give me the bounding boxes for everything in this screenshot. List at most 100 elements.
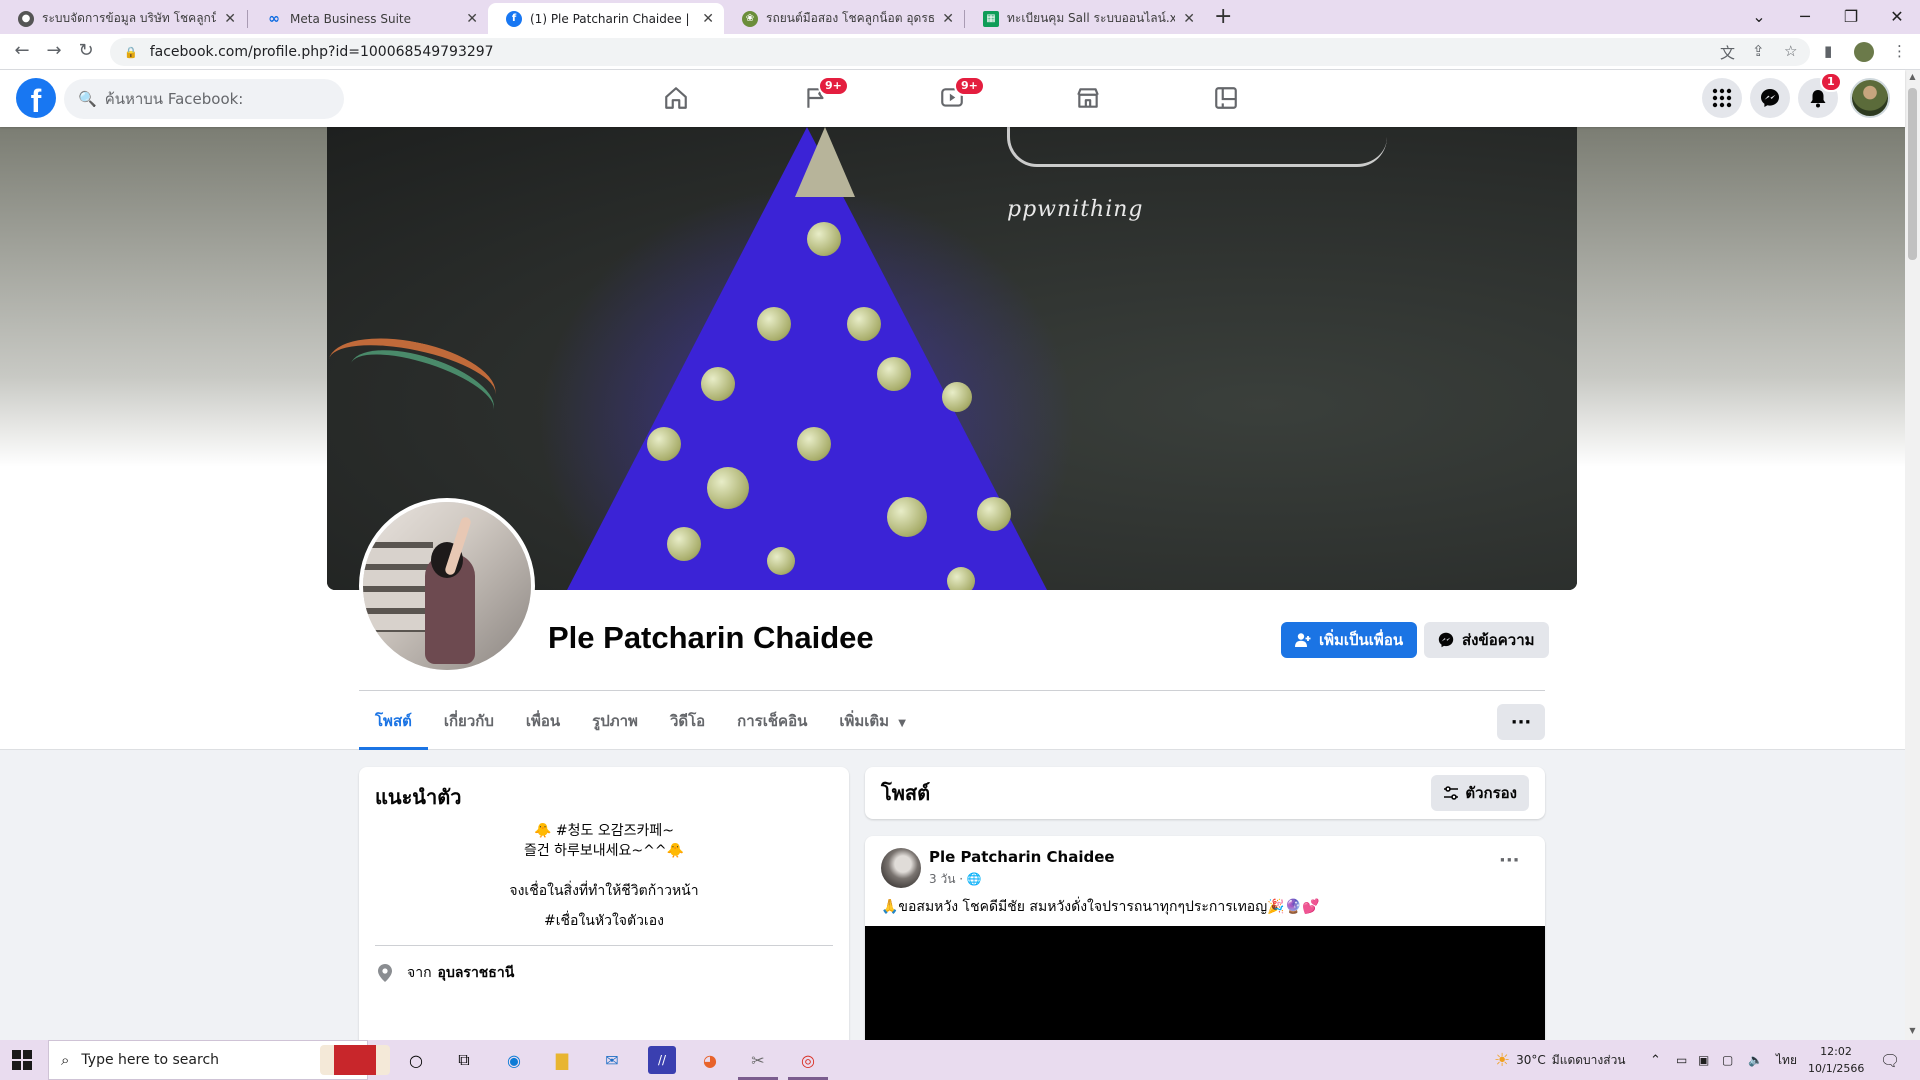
facebook-logo-icon[interactable]: f [16,78,56,119]
forward-icon[interactable]: → [42,40,66,61]
ornament [807,222,841,256]
close-tab-icon[interactable]: ✕ [224,11,236,27]
meta-icon: ∞ [268,10,280,27]
post-author-avatar[interactable] [881,848,921,888]
profile-picture[interactable] [359,498,535,674]
network-icon[interactable]: ▭ [1676,1040,1687,1080]
thai-site-icon: ● [18,10,34,27]
volume-icon[interactable]: 🔈 [1748,1040,1763,1080]
address-bar: ← → ↻ 🔒 facebook.com/profile.php?id=1000… [0,34,1920,70]
scroll-up-icon[interactable]: ▲ [1905,72,1920,81]
posts-header-card: โพสต์ ตัวกรอง [865,767,1545,819]
minimize-icon[interactable]: ─ [1782,2,1828,32]
translate-icon[interactable]: 文 [1720,42,1735,63]
close-tab-icon[interactable]: ✕ [702,11,714,27]
facebook-search-input[interactable]: 🔍 ค้นหาบน Facebook: [64,79,344,119]
snipping-tool-icon[interactable]: ✂ [744,1046,772,1074]
close-tab-icon[interactable]: ✕ [1183,11,1195,27]
intro-bio: 🐥 #청도 오감즈카페~ 즐건 하루보내세요~^^🐥 จงเชื่อในสิ่ง… [509,823,699,929]
intro-divider [375,945,833,946]
profile-picture-shelf [363,542,433,632]
notifications-badge: 1 [1820,72,1842,92]
notification-center-icon[interactable]: 🗨 [1880,1040,1900,1080]
tab-photos[interactable]: รูปภาพ [576,700,654,750]
post-timestamp[interactable]: 3 วัน · 🌐 [929,870,982,889]
browser-tab-bar: ● ระบบจัดการข้อมูล บริษัท โชคลูกน็อต ✕ ∞… [0,0,1920,34]
share-icon[interactable]: ⇪ [1752,42,1765,60]
page-scrollbar[interactable]: ▲ ▼ [1905,70,1920,1040]
close-tab-icon[interactable]: ✕ [942,11,954,27]
input-language[interactable]: ไทย [1776,1040,1797,1080]
firefox-icon[interactable]: ◕ [696,1046,724,1074]
url-field[interactable]: 🔒 facebook.com/profile.php?id=1000685497… [110,38,1810,66]
marketplace-icon[interactable] [1068,80,1108,116]
tab-checkins[interactable]: การเช็คอิน [721,700,823,750]
task-view-icon[interactable]: ⧉ [450,1046,478,1074]
meet-now-icon[interactable]: ▣ [1698,1040,1709,1080]
pages-flag-icon[interactable]: 9+ [796,76,849,116]
add-friend-button[interactable]: เพิ่มเป็นเพื่อน [1281,622,1418,658]
edge-browser-icon[interactable]: ◉ [500,1046,528,1074]
ornament [757,307,791,341]
close-window-icon[interactable]: ✕ [1874,2,1920,32]
profile-more-options-button[interactable]: ··· [1497,704,1545,740]
notifications-bell-icon[interactable]: 1 [1798,72,1842,118]
hometown-link[interactable]: อุบลราชธานี [438,962,515,984]
app-icon[interactable]: // [648,1046,676,1074]
facebook-header: f 🔍 ค้นหาบน Facebook: 9+ 9+ 1 [0,70,1905,127]
browser-tab-3-active[interactable]: f (1) Ple Patcharin Chaidee | Faceb ✕ [488,3,724,34]
post-author-name[interactable]: Ple Patcharin Chaidee [929,848,1115,866]
restore-icon[interactable]: ❐ [1828,2,1874,32]
tree-topper [795,127,855,197]
bookmark-star-icon[interactable]: ☆ [1784,42,1797,60]
gaming-icon[interactable] [1206,80,1246,116]
tab-friends[interactable]: เพื่อน [510,700,576,750]
ornament [877,357,911,391]
tab-videos[interactable]: วิดีโอ [654,700,721,750]
browser-tab-5[interactable]: ▦ ทะเบียนคุม Sall ระบบออนไลน์.xlsx - G ✕ [965,3,1205,34]
tab-search-icon[interactable]: ⌄ [1736,2,1782,32]
browser-menu-icon[interactable]: ⋮ [1892,42,1907,60]
browser-tab-1[interactable]: ● ระบบจัดการข้อมูล บริษัท โชคลูกน็อต ✕ [0,3,246,34]
pages-badge: 9+ [818,76,849,96]
lock-icon: 🔒 [124,45,138,59]
home-icon[interactable] [656,80,696,116]
browser-profile-avatar[interactable] [1854,42,1874,62]
windows-taskbar: ⌕ Type here to search ○ ⧉ ◉ ▇ ✉ // ◕ ✂ ◎… [0,1040,1920,1080]
send-message-button[interactable]: ส่งข้อความ [1424,622,1549,658]
cover-scribble [1007,127,1387,167]
watch-video-icon[interactable]: 9+ [932,76,985,116]
ornament [847,307,881,341]
scrollbar-thumb[interactable] [1908,88,1917,260]
display-icon[interactable]: ▢ [1722,1040,1733,1080]
reload-icon[interactable]: ↻ [74,40,98,61]
filter-button[interactable]: ตัวกรอง [1431,775,1529,811]
tab-more[interactable]: เพิ่มเติม ▼ [823,700,922,750]
taskbar-clock[interactable]: 12:02 10/1/2566 [1808,1043,1864,1077]
intro-card: แนะนำตัว 🐥 #청도 오감즈카페~ 즐건 하루보내세요~^^🐥 จงเช… [359,767,849,1067]
show-hidden-icons[interactable]: ⌃ [1650,1040,1661,1080]
account-avatar[interactable] [1850,78,1890,118]
profile-tabs: โพสต์ เกี่ยวกับ เพื่อน รูปภาพ วิดีโอ การ… [359,700,922,750]
windows-start-icon[interactable] [12,1050,32,1070]
messenger-icon [1438,632,1454,648]
ornament [887,497,927,537]
weather-widget[interactable]: ☀ 30°C มีแดดบางส่วน [1494,1040,1626,1080]
close-tab-icon[interactable]: ✕ [466,11,478,27]
search-highlight-image[interactable] [320,1045,390,1075]
cortana-icon[interactable]: ○ [402,1046,430,1074]
scroll-down-icon[interactable]: ▼ [1905,1026,1920,1035]
tab-about[interactable]: เกี่ยวกับ [428,700,510,750]
file-explorer-icon[interactable]: ▇ [548,1046,576,1074]
browser-tab-4[interactable]: ❀ รถยนต์มือสอง โชคลูกน็อต อุดรธานี ✕ [724,3,964,34]
tab-posts[interactable]: โพสต์ [359,700,428,750]
side-panel-icon[interactable]: ▮ [1824,42,1832,60]
back-icon[interactable]: ← [10,40,34,61]
browser-tab-2[interactable]: ∞ Meta Business Suite ✕ [248,3,488,34]
new-tab-icon[interactable]: + [1214,4,1232,29]
post-options-icon[interactable]: ··· [1499,850,1520,871]
messenger-icon[interactable] [1750,78,1790,118]
chrome-icon[interactable]: ◎ [794,1046,822,1074]
mail-icon[interactable]: ✉ [598,1046,626,1074]
menu-grid-icon[interactable] [1702,78,1742,118]
